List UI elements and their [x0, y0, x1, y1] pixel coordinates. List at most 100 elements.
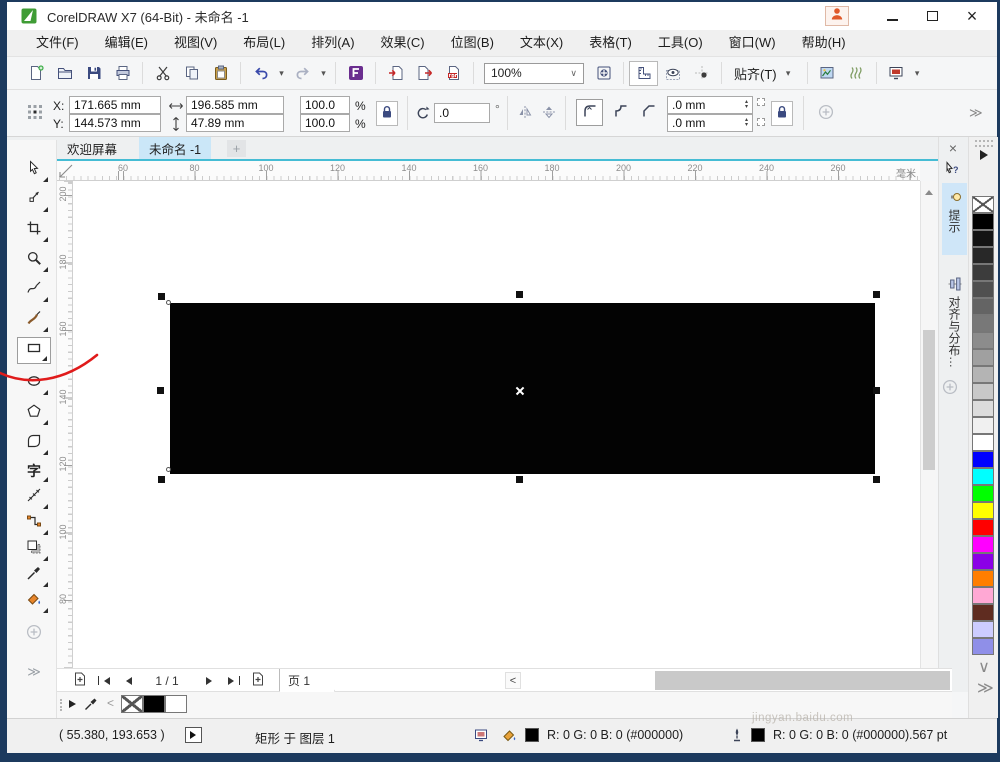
chamfered-corner-button[interactable]	[637, 103, 660, 122]
text-tool[interactable]: 字	[17, 457, 51, 484]
color-eyedropper-tool[interactable]	[17, 562, 51, 589]
mirror-horizontal-button[interactable]	[514, 104, 535, 123]
zoom-level-select[interactable]: 100% ∨	[484, 63, 584, 84]
document-palette-swatch-white[interactable]	[165, 695, 187, 713]
first-page-button[interactable]	[95, 671, 113, 690]
x-position-field[interactable]: 171.665 mm	[69, 96, 161, 114]
palette-swatch-gray-12[interactable]	[972, 417, 994, 434]
outline-color-swatch[interactable]	[751, 728, 765, 742]
print-button[interactable]	[108, 61, 137, 86]
edit-corners-together-button[interactable]	[771, 101, 793, 126]
account-sign-in-button[interactable]	[825, 6, 849, 26]
zoom-tool[interactable]	[17, 247, 51, 274]
selection-handle-bottom-middle[interactable]	[516, 476, 523, 483]
palette-swatch-orange[interactable]	[972, 570, 994, 587]
menu-item-text[interactable]: 文本(X)	[507, 30, 576, 56]
document-palette-drag-handle[interactable]	[60, 699, 65, 711]
welcome-screen-button[interactable]	[813, 61, 842, 86]
rotation-angle-field[interactable]: .0	[434, 103, 490, 123]
close-button[interactable]: ×	[957, 5, 987, 27]
palette-swatch-gray-8[interactable]	[972, 349, 994, 366]
palette-swatch-gray-2[interactable]	[972, 247, 994, 264]
selection-handle-middle-left[interactable]	[157, 387, 164, 394]
smart-fill-tool[interactable]	[17, 588, 51, 615]
palette-flyout-icon[interactable]	[980, 150, 993, 160]
palette-swatch-gray-11[interactable]	[972, 400, 994, 417]
palette-swatch-black[interactable]	[972, 213, 994, 230]
selection-handle-top-middle[interactable]	[516, 291, 523, 298]
docker-tab-hints[interactable]: 提示	[942, 183, 967, 255]
rectangle-tool[interactable]	[17, 337, 51, 364]
palette-swatch-gray-5[interactable]	[972, 298, 994, 315]
docker-customize-button[interactable]	[942, 379, 966, 403]
copy-button[interactable]	[177, 61, 206, 86]
add-page-button-2[interactable]	[249, 671, 267, 690]
add-page-button[interactable]	[71, 671, 89, 690]
freehand-tool[interactable]	[17, 277, 51, 304]
palette-scroll-down-button[interactable]: ∨	[977, 657, 991, 677]
scale-vertical-field[interactable]: 100.0	[300, 114, 350, 132]
show-grid-button[interactable]	[658, 61, 687, 86]
cut-button[interactable]	[148, 61, 177, 86]
palette-swatch-gray-7[interactable]	[972, 332, 994, 349]
menu-item-edit[interactable]: 编辑(E)	[92, 30, 161, 56]
palette-swatch-gray-1[interactable]	[972, 230, 994, 247]
page-tab[interactable]: 页 1	[279, 669, 335, 692]
polygon-tool[interactable]	[17, 400, 51, 427]
scroll-left-button[interactable]: <	[505, 672, 521, 689]
fill-bucket-icon[interactable]	[501, 727, 518, 744]
property-bar-overflow-button[interactable]: ≫	[969, 105, 983, 121]
palette-swatch-white[interactable]	[972, 434, 994, 451]
shape-tool[interactable]	[17, 187, 51, 214]
fullscreen-preview-button[interactable]	[589, 61, 618, 86]
save-button[interactable]	[79, 61, 108, 86]
toolbox-overflow-button[interactable]: ≫	[17, 660, 51, 684]
palette-swatch-periwinkle[interactable]	[972, 638, 994, 655]
palette-swatch-pink[interactable]	[972, 587, 994, 604]
selection-handle-middle-right[interactable]	[873, 387, 880, 394]
play-icon[interactable]	[185, 727, 202, 743]
object-height-field[interactable]: 47.89 mm	[186, 114, 284, 132]
menu-item-help[interactable]: 帮助(H)	[789, 30, 859, 56]
document-palette-flyout-icon[interactable]	[69, 700, 80, 708]
palette-swatch-yellow[interactable]	[972, 502, 994, 519]
crop-tool[interactable]	[17, 217, 51, 244]
palette-swatch-gray-6[interactable]	[972, 315, 994, 332]
dimension-tool[interactable]	[17, 484, 51, 511]
selection-handle-bottom-right[interactable]	[873, 476, 880, 483]
scalloped-corner-button[interactable]	[609, 103, 632, 122]
vertical-scrollbar[interactable]	[920, 181, 936, 668]
vertical-scrollbar-thumb[interactable]	[923, 330, 935, 470]
undo-button[interactable]	[246, 61, 275, 86]
horizontal-ruler[interactable]: 毫米 6080100120140160180200220240260	[57, 161, 920, 181]
eyedropper-small-icon[interactable]	[83, 696, 101, 714]
palette-swatch-magenta[interactable]	[972, 536, 994, 553]
menu-item-tools[interactable]: 工具(O)	[645, 30, 716, 56]
pick-tool[interactable]	[17, 157, 51, 184]
export-button[interactable]	[410, 61, 439, 86]
y-position-field[interactable]: 144.573 mm	[69, 114, 161, 132]
scroll-up-icon[interactable]	[925, 186, 933, 195]
tab-untitled-1[interactable]: 未命名 -1	[139, 137, 211, 159]
docker-tab-align-distribute[interactable]: 对齐与分布…	[942, 270, 967, 386]
redo-dropdown[interactable]: ▾	[317, 68, 330, 79]
menu-item-file[interactable]: 文件(F)	[23, 30, 92, 56]
palette-swatch-red[interactable]	[972, 519, 994, 536]
options-button[interactable]	[842, 61, 871, 86]
connector-tool[interactable]	[17, 510, 51, 537]
selection-handle-bottom-left[interactable]	[158, 476, 165, 483]
maximize-button[interactable]	[917, 5, 947, 27]
publish-pdf-button[interactable]	[439, 61, 468, 86]
snap-toggle-button[interactable]	[687, 61, 716, 86]
menu-item-bitmaps[interactable]: 位图(B)	[438, 30, 507, 56]
drop-shadow-tool[interactable]	[17, 536, 51, 563]
show-rulers-button[interactable]	[629, 61, 658, 86]
toolbox-customize-button[interactable]	[17, 622, 51, 646]
menu-item-arrange[interactable]: 排列(A)	[298, 30, 367, 56]
outline-pen-icon[interactable]	[729, 727, 746, 744]
document-palette-swatch-black[interactable]	[143, 695, 165, 713]
artistic-media-tool[interactable]	[17, 307, 51, 334]
palette-swatch-no-color[interactable]	[972, 196, 994, 213]
ellipse-tool[interactable]	[17, 370, 51, 397]
menu-item-window[interactable]: 窗口(W)	[716, 30, 789, 56]
